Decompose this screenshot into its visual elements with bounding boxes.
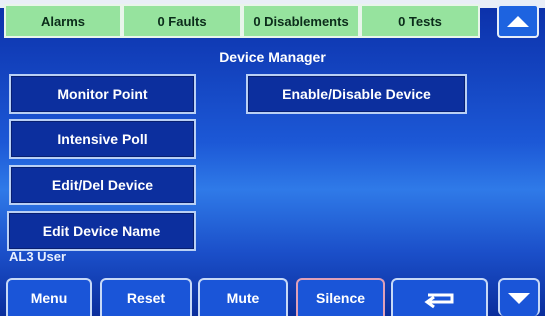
intensive-poll-button[interactable]: Intensive Poll (9, 119, 196, 159)
scroll-up-button[interactable] (497, 4, 539, 38)
status-faults[interactable]: 0 Faults (122, 4, 242, 38)
return-button[interactable] (391, 278, 488, 316)
bottom-nav-bar: Menu Reset Mute Silence (0, 274, 545, 316)
monitor-point-button[interactable]: Monitor Point (9, 74, 196, 114)
edit-del-device-button[interactable]: Edit/Del Device (9, 165, 196, 205)
edit-device-name-button[interactable]: Edit Device Name (7, 211, 196, 251)
status-disablements[interactable]: 0 Disablements (242, 4, 360, 38)
enable-disable-device-button[interactable]: Enable/Disable Device (246, 74, 467, 114)
triangle-down-icon (508, 292, 530, 304)
status-alarms[interactable]: Alarms (4, 4, 122, 38)
mute-button[interactable]: Mute (198, 278, 288, 316)
silence-button[interactable]: Silence (296, 278, 385, 316)
reset-button[interactable]: Reset (100, 278, 192, 316)
menu-button[interactable]: Menu (6, 278, 92, 316)
status-bar: Alarms 0 Faults 0 Disablements 0 Tests (4, 4, 480, 38)
return-arrow-icon (423, 293, 453, 309)
status-tests[interactable]: 0 Tests (360, 4, 480, 38)
user-level-label: AL3 User (9, 249, 67, 264)
scroll-down-button[interactable] (498, 278, 540, 316)
triangle-up-icon (507, 15, 529, 27)
page-title: Device Manager (219, 49, 326, 65)
